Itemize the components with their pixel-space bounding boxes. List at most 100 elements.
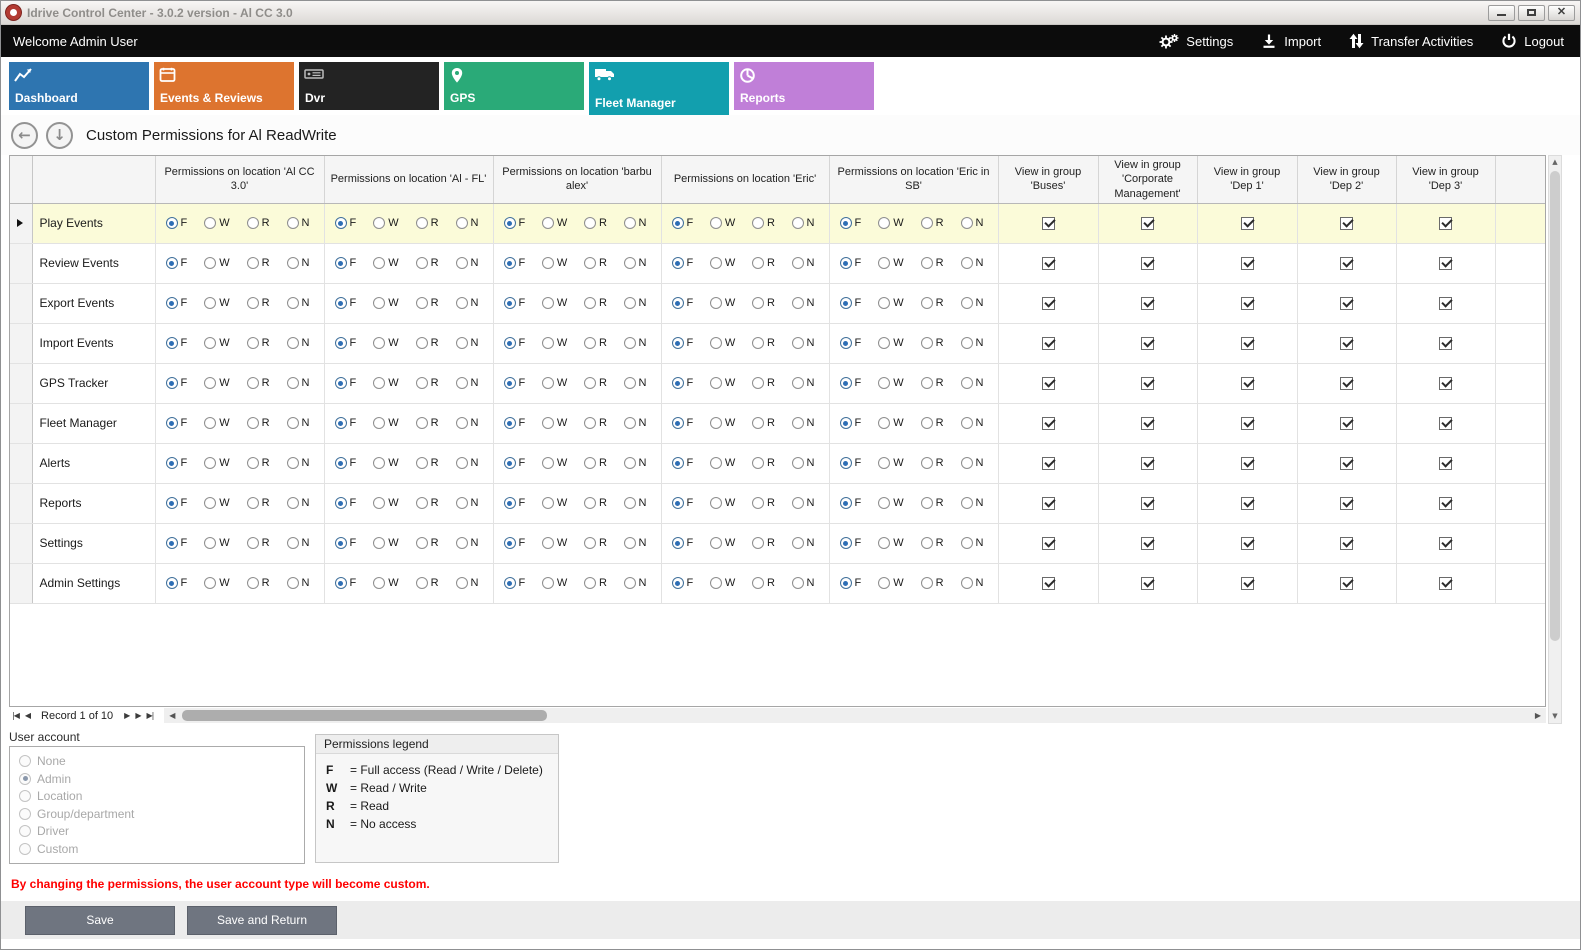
tab-dashboard[interactable]: Dashboard	[9, 62, 149, 110]
group-view-checkbox[interactable]	[1340, 417, 1353, 430]
group-view-checkbox[interactable]	[1340, 377, 1353, 390]
permission-radio-n[interactable]: N	[287, 537, 310, 549]
group-view-checkbox[interactable]	[1340, 217, 1353, 230]
group-view-checkbox[interactable]	[1340, 537, 1353, 550]
permission-radio-r[interactable]: R	[247, 337, 270, 349]
permission-radio-r[interactable]: R	[416, 577, 439, 589]
permission-radio-r[interactable]: R	[752, 417, 775, 429]
group-view-checkbox[interactable]	[1141, 457, 1154, 470]
first-record-button[interactable]: |◀	[9, 711, 22, 720]
import-button[interactable]: Import	[1261, 33, 1321, 49]
permission-radio-w[interactable]: W	[878, 497, 903, 509]
permission-radio-w[interactable]: W	[878, 537, 903, 549]
permission-radio-r[interactable]: R	[921, 457, 944, 469]
permission-radio-f[interactable]: F	[335, 417, 357, 429]
permission-radio-r[interactable]: R	[416, 537, 439, 549]
close-button[interactable]: ✕	[1548, 5, 1575, 21]
group-view-checkbox[interactable]	[1241, 217, 1254, 230]
save-button[interactable]: Save	[25, 906, 175, 935]
permission-radio-w[interactable]: W	[373, 497, 398, 509]
permission-radio-n[interactable]: N	[624, 217, 647, 229]
permission-radio-f[interactable]: F	[504, 257, 526, 269]
permission-radio-w[interactable]: W	[710, 457, 735, 469]
permission-radio-f[interactable]: F	[504, 537, 526, 549]
group-view-checkbox[interactable]	[1439, 497, 1452, 510]
permission-radio-r[interactable]: R	[247, 417, 270, 429]
down-button[interactable]: ↓	[46, 122, 73, 149]
tab-dvr[interactable]: Dvr	[299, 62, 439, 110]
permission-radio-r[interactable]: R	[921, 337, 944, 349]
permission-radio-n[interactable]: N	[792, 217, 815, 229]
permission-radio-n[interactable]: N	[456, 457, 479, 469]
permission-radio-w[interactable]: W	[204, 577, 229, 589]
permission-radio-n[interactable]: N	[961, 497, 984, 509]
permission-column-header[interactable]: Permissions on location 'Al - FL'	[324, 156, 493, 203]
permission-radio-w[interactable]: W	[373, 577, 398, 589]
permission-radio-n[interactable]: N	[961, 297, 984, 309]
permission-radio-n[interactable]: N	[287, 497, 310, 509]
permission-radio-r[interactable]: R	[416, 337, 439, 349]
group-view-checkbox[interactable]	[1241, 377, 1254, 390]
group-view-checkbox[interactable]	[1340, 297, 1353, 310]
permission-radio-w[interactable]: W	[878, 337, 903, 349]
permission-radio-r[interactable]: R	[921, 417, 944, 429]
save-and-return-button[interactable]: Save and Return	[187, 906, 337, 935]
permission-radio-f[interactable]: F	[840, 217, 862, 229]
permission-radio-r[interactable]: R	[584, 457, 607, 469]
permission-radio-w[interactable]: W	[204, 297, 229, 309]
tab-fleet-manager[interactable]: Fleet Manager	[589, 62, 729, 115]
group-view-checkbox[interactable]	[1141, 217, 1154, 230]
permission-radio-w[interactable]: W	[878, 457, 903, 469]
permission-radio-n[interactable]: N	[456, 417, 479, 429]
group-view-checkbox[interactable]	[1141, 537, 1154, 550]
permission-radio-r[interactable]: R	[921, 257, 944, 269]
permission-radio-n[interactable]: N	[456, 337, 479, 349]
group-view-checkbox[interactable]	[1042, 417, 1055, 430]
group-view-checkbox[interactable]	[1241, 257, 1254, 270]
permission-radio-w[interactable]: W	[710, 377, 735, 389]
vertical-scroll-thumb[interactable]	[1550, 171, 1560, 641]
group-view-checkbox[interactable]	[1042, 537, 1055, 550]
permission-radio-r[interactable]: R	[416, 457, 439, 469]
horizontal-scroll-thumb[interactable]	[182, 710, 547, 721]
permission-radio-n[interactable]: N	[961, 377, 984, 389]
group-view-checkbox[interactable]	[1042, 497, 1055, 510]
group-view-checkbox[interactable]	[1439, 337, 1452, 350]
permission-radio-w[interactable]: W	[542, 297, 567, 309]
scroll-left-icon[interactable]: ◀	[164, 711, 180, 720]
group-view-checkbox[interactable]	[1439, 537, 1452, 550]
group-view-checkbox[interactable]	[1439, 457, 1452, 470]
permission-radio-r[interactable]: R	[752, 377, 775, 389]
permission-radio-n[interactable]: N	[624, 377, 647, 389]
permission-radio-f[interactable]: F	[840, 417, 862, 429]
group-view-checkbox[interactable]	[1042, 297, 1055, 310]
scroll-down-icon[interactable]: ▼	[1552, 710, 1557, 723]
permission-radio-f[interactable]: F	[672, 217, 694, 229]
permission-radio-f[interactable]: F	[166, 217, 188, 229]
permission-radio-w[interactable]: W	[710, 497, 735, 509]
permission-radio-w[interactable]: W	[710, 417, 735, 429]
permission-radio-f[interactable]: F	[840, 297, 862, 309]
permission-radio-f[interactable]: F	[504, 337, 526, 349]
permission-radio-r[interactable]: R	[752, 337, 775, 349]
permission-radio-r[interactable]: R	[247, 297, 270, 309]
permission-radio-r[interactable]: R	[752, 577, 775, 589]
user-account-option-driver[interactable]: Driver	[19, 824, 295, 838]
permission-radio-n[interactable]: N	[961, 257, 984, 269]
grid-row[interactable]: Play EventsFWRNFWRNFWRNFWRNFWRN	[10, 203, 1546, 243]
grid-row[interactable]: Export EventsFWRNFWRNFWRNFWRNFWRN	[10, 283, 1546, 323]
back-button[interactable]: ←	[11, 122, 38, 149]
permission-radio-n[interactable]: N	[456, 297, 479, 309]
logout-button[interactable]: Logout	[1501, 33, 1564, 49]
group-view-checkbox[interactable]	[1340, 337, 1353, 350]
permission-radio-r[interactable]: R	[247, 497, 270, 509]
group-view-checkbox[interactable]	[1439, 577, 1452, 590]
permission-radio-n[interactable]: N	[287, 257, 310, 269]
permission-radio-f[interactable]: F	[504, 217, 526, 229]
permission-radio-w[interactable]: W	[373, 337, 398, 349]
permission-radio-f[interactable]: F	[166, 257, 188, 269]
group-view-checkbox[interactable]	[1439, 257, 1452, 270]
group-column-header[interactable]: View in group 'Dep 1'	[1197, 156, 1297, 203]
permission-radio-f[interactable]: F	[166, 497, 188, 509]
permission-radio-w[interactable]: W	[373, 297, 398, 309]
